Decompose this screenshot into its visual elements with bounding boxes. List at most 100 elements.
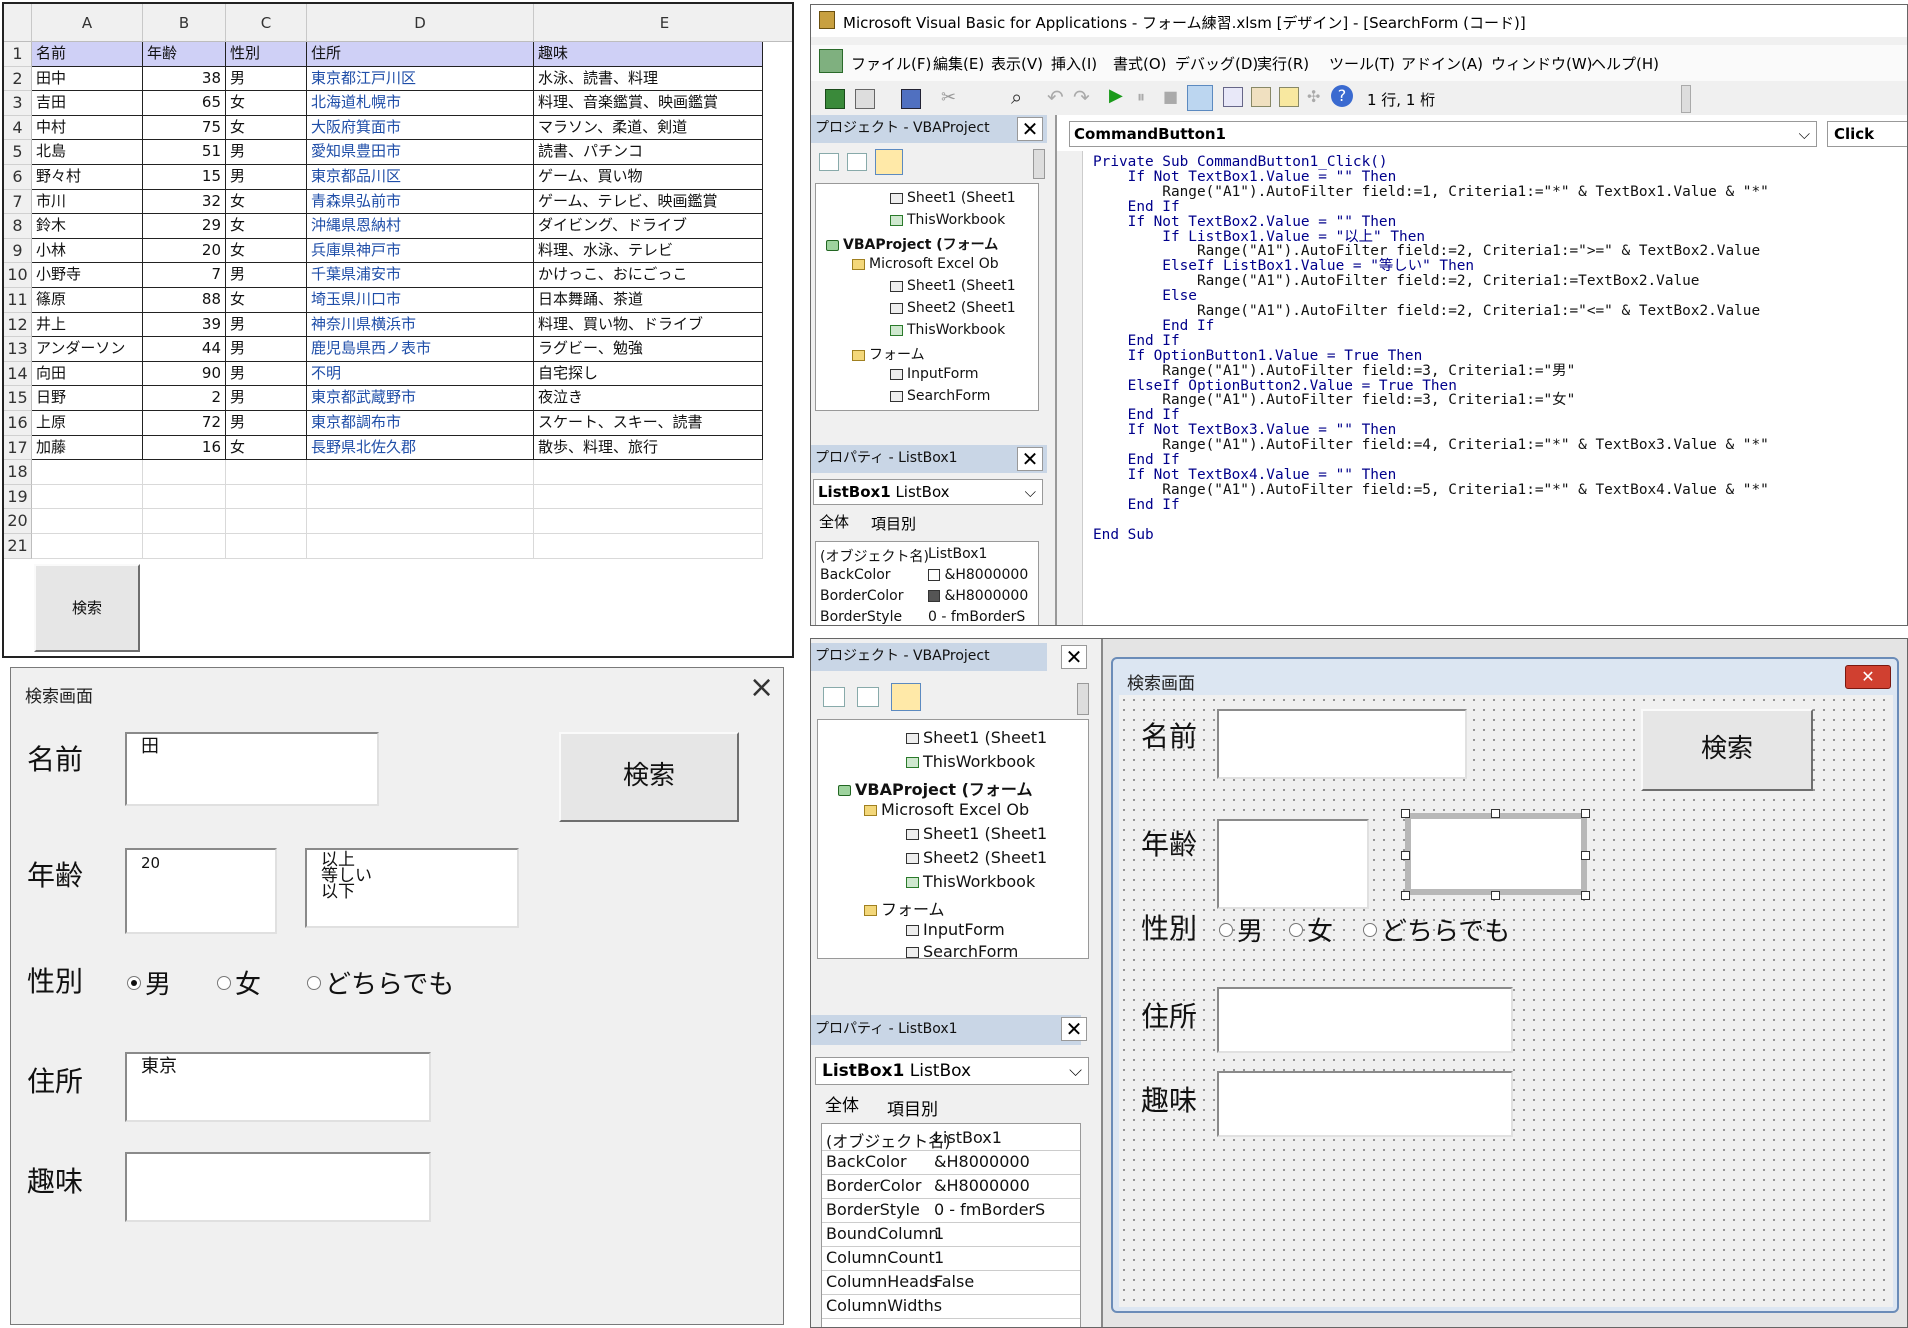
- row-header[interactable]: 11: [4, 288, 32, 313]
- table-cell[interactable]: 75: [143, 115, 226, 141]
- tree-item[interactable]: ThisWorkbook: [906, 872, 1035, 891]
- code-line[interactable]: Range("A1").AutoFilter field:=2, Criteri…: [1093, 274, 1700, 289]
- table-cell[interactable]: 72: [143, 411, 226, 436]
- code-area[interactable]: Private Sub CommandButton1_Click() If No…: [1093, 155, 1907, 625]
- row-header[interactable]: 14: [4, 361, 32, 387]
- table-cell[interactable]: 44: [143, 337, 226, 362]
- object-select[interactable]: ListBox1 ListBox ⌵: [815, 1057, 1089, 1085]
- code-line[interactable]: If Not TextBox1.Value = "" Then: [1093, 169, 1397, 185]
- view-code-icon[interactable]: [823, 687, 845, 707]
- column-header-cell[interactable]: 性別: [226, 42, 307, 67]
- table-cell[interactable]: 不明: [307, 361, 534, 387]
- prop-value[interactable]: ListBox1: [928, 546, 987, 562]
- table-cell[interactable]: 埼玉県川口市: [307, 288, 534, 313]
- table-cell[interactable]: [307, 534, 534, 559]
- table-cell[interactable]: 男: [226, 386, 307, 411]
- table-cell[interactable]: 男: [226, 361, 307, 387]
- tree-item[interactable]: InputForm: [890, 366, 979, 382]
- code-line[interactable]: If OptionButton1.Value = True Then: [1093, 348, 1423, 364]
- run-icon[interactable]: ▶: [1109, 85, 1123, 106]
- table-cell[interactable]: 東京都武蔵野市: [307, 386, 534, 411]
- menu-item[interactable]: ウィンドウ(W): [1491, 53, 1593, 74]
- resize-handle[interactable]: [1401, 891, 1410, 900]
- table-cell[interactable]: 料理、水泳、テレビ: [534, 238, 763, 264]
- table-cell[interactable]: 鈴木: [32, 214, 143, 239]
- table-cell[interactable]: 15: [143, 165, 226, 190]
- table-cell[interactable]: 51: [143, 140, 226, 165]
- table-cell[interactable]: 水泳、読書、料理: [534, 66, 763, 92]
- tree-item-project[interactable]: VBAProject (フォーム: [838, 776, 1032, 800]
- prop-value[interactable]: 1: [934, 1224, 944, 1243]
- name-input[interactable]: [1217, 709, 1467, 779]
- table-cell[interactable]: 日本舞踊、茶道: [534, 288, 763, 313]
- tree-item[interactable]: ThisWorkbook: [890, 212, 1005, 228]
- project-explorer-icon[interactable]: [1223, 87, 1243, 107]
- table-cell[interactable]: 女: [226, 91, 307, 116]
- code-line[interactable]: Range("A1").AutoFilter field:=1, Criteri…: [1093, 184, 1769, 200]
- table-cell[interactable]: 井上: [32, 312, 143, 338]
- redo-icon[interactable]: ↷: [1073, 85, 1090, 109]
- table-cell[interactable]: [307, 509, 534, 534]
- menu-item[interactable]: 表示(V): [991, 53, 1043, 74]
- undo-icon[interactable]: ↶: [1047, 85, 1064, 109]
- radio-either[interactable]: どちらでも: [307, 964, 454, 1001]
- select-all-corner[interactable]: [4, 4, 32, 42]
- tree-item-selected[interactable]: SearchForm: [890, 388, 990, 404]
- table-cell[interactable]: 大阪府箕面市: [307, 115, 534, 141]
- tree-item[interactable]: Sheet1 (Sheet1: [906, 824, 1047, 843]
- col-header-e[interactable]: E: [534, 4, 792, 42]
- code-line[interactable]: End If: [1093, 318, 1214, 334]
- resize-handle[interactable]: [1491, 891, 1500, 900]
- tree-item[interactable]: Sheet1 (Sheet1: [890, 190, 1016, 206]
- view-code-icon[interactable]: [819, 153, 839, 171]
- tab-all[interactable]: 全体: [825, 1091, 859, 1116]
- table-cell[interactable]: 向田: [32, 361, 143, 387]
- table-cell[interactable]: [307, 460, 534, 485]
- table-cell[interactable]: 男: [226, 337, 307, 362]
- table-cell[interactable]: 38: [143, 66, 226, 92]
- column-header-cell[interactable]: 名前: [32, 42, 143, 67]
- row-header[interactable]: 3: [4, 91, 32, 116]
- toolbar-options-icon[interactable]: [1681, 85, 1691, 113]
- tab-category[interactable]: 項目別: [887, 1095, 938, 1120]
- table-cell[interactable]: 散歩、料理、旅行: [534, 435, 763, 461]
- code-line[interactable]: End Sub: [1093, 527, 1154, 543]
- table-cell[interactable]: 女: [226, 288, 307, 313]
- properties-close-icon[interactable]: ✕: [1017, 447, 1043, 471]
- code-line[interactable]: End If: [1093, 497, 1180, 513]
- table-cell[interactable]: 青森県弘前市: [307, 189, 534, 215]
- col-header-d[interactable]: D: [307, 4, 534, 42]
- table-cell[interactable]: 88: [143, 288, 226, 313]
- menu-item[interactable]: 書式(O): [1113, 53, 1167, 74]
- code-line[interactable]: If Not TextBox2.Value = "" Then: [1093, 214, 1397, 230]
- table-cell[interactable]: 上原: [32, 411, 143, 436]
- prop-value[interactable]: 0 - fmBorderS: [928, 609, 1025, 625]
- find-icon[interactable]: ⌕: [1011, 85, 1022, 109]
- table-cell[interactable]: [32, 460, 143, 485]
- object-dropdown[interactable]: CommandButton1 ⌵: [1069, 121, 1817, 147]
- tree-item[interactable]: ThisWorkbook: [890, 322, 1005, 338]
- view-object-icon[interactable]: [857, 687, 879, 707]
- tree-item[interactable]: InputForm: [906, 920, 1005, 939]
- project-panel-close-icon[interactable]: ✕: [1017, 117, 1043, 141]
- vba-menu-icon[interactable]: [819, 49, 843, 73]
- code-line[interactable]: Range("A1").AutoFilter field:=3, Criteri…: [1093, 363, 1575, 379]
- table-cell[interactable]: 女: [226, 238, 307, 264]
- table-cell[interactable]: 女: [226, 435, 307, 461]
- panel-menu-icon[interactable]: [1033, 149, 1045, 179]
- table-cell[interactable]: かけっこ、おにごっこ: [534, 263, 763, 288]
- table-cell[interactable]: ラグビー、勉強: [534, 337, 763, 362]
- form-grid-surface[interactable]: 名前 検索 年齢 性別 男 女 どちらでも 住所 趣味: [1119, 695, 1893, 1307]
- hobby-input[interactable]: [125, 1152, 431, 1222]
- resize-handle[interactable]: [1581, 851, 1590, 860]
- resize-handle[interactable]: [1401, 809, 1410, 818]
- table-cell[interactable]: 沖縄県恩納村: [307, 214, 534, 239]
- table-cell[interactable]: 読書、パチンコ: [534, 140, 763, 165]
- table-cell[interactable]: 中村: [32, 115, 143, 141]
- table-cell[interactable]: [32, 509, 143, 534]
- tab-category[interactable]: 項目別: [871, 513, 916, 534]
- table-cell[interactable]: 男: [226, 66, 307, 92]
- table-cell[interactable]: 小野寺: [32, 263, 143, 288]
- table-cell[interactable]: 日野: [32, 386, 143, 411]
- hobby-input[interactable]: [1217, 1071, 1513, 1137]
